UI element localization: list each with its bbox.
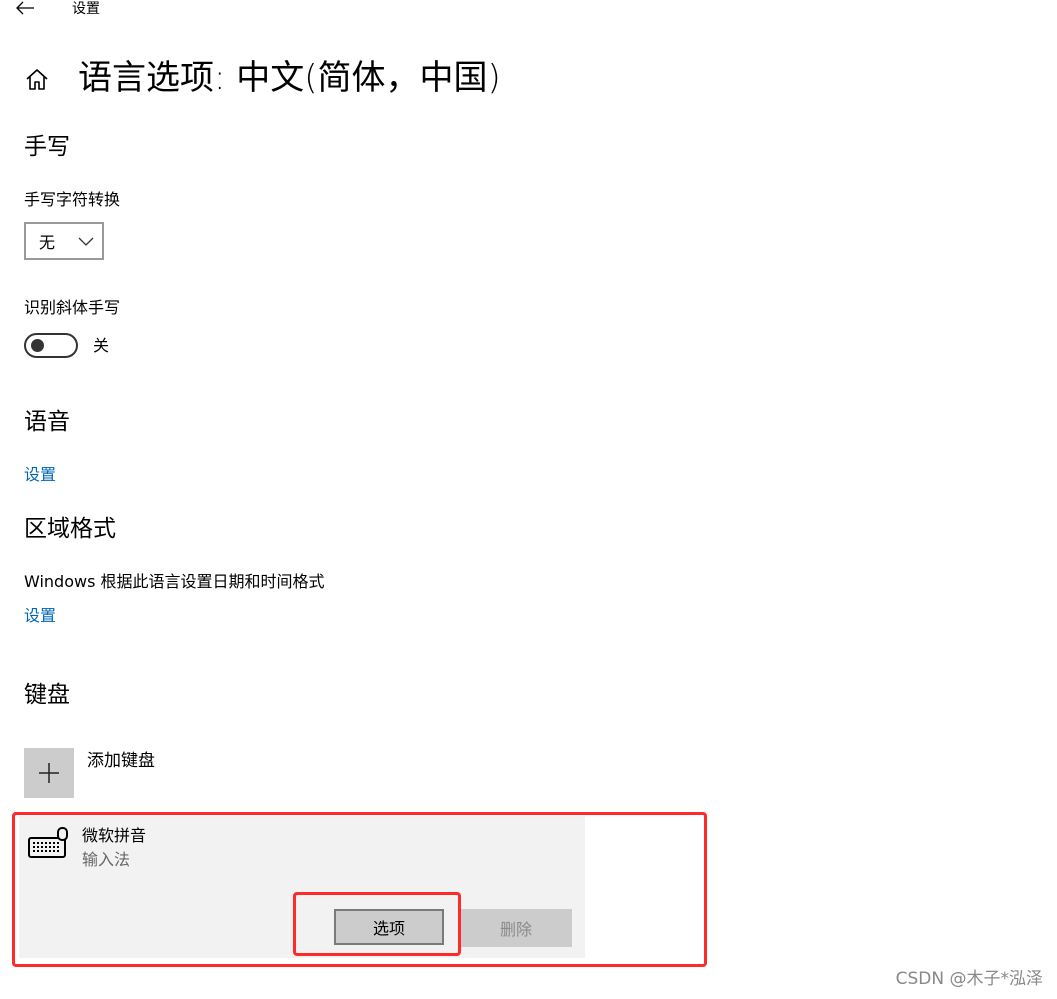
section-title-region: 区域格式: [24, 516, 116, 542]
italic-handwriting-toggle-state: 关: [93, 336, 110, 355]
italic-handwriting-toggle[interactable]: [24, 333, 78, 358]
add-keyboard-label[interactable]: 添加键盘: [87, 750, 155, 772]
section-title-speech: 语音: [24, 409, 70, 435]
handwriting-conversion-label: 手写字符转换: [24, 190, 121, 209]
toggle-knob: [31, 339, 44, 352]
page-title: 语言选项: 中文(简体，中国): [78, 58, 501, 98]
chevron-down-icon: [78, 233, 94, 247]
italic-handwriting-label: 识别斜体手写: [24, 298, 121, 317]
section-title-handwriting: 手写: [24, 134, 70, 160]
speech-settings-link[interactable]: 设置: [24, 464, 56, 486]
section-title-keyboard: 键盘: [24, 682, 70, 708]
window-title: 设置: [72, 1, 100, 17]
watermark: CSDN @木子*泓泽: [895, 969, 1043, 989]
home-icon[interactable]: [24, 66, 50, 92]
region-settings-link[interactable]: 设置: [24, 605, 56, 627]
add-keyboard-button[interactable]: [24, 748, 74, 798]
back-arrow-icon[interactable]: [14, 0, 36, 18]
plus-icon: [39, 763, 59, 783]
region-description: Windows 根据此语言设置日期和时间格式: [24, 572, 325, 591]
handwriting-conversion-value: 无: [39, 233, 56, 252]
annotation-highlight-options: [293, 892, 461, 956]
handwriting-conversion-select[interactable]: 无: [24, 222, 104, 260]
